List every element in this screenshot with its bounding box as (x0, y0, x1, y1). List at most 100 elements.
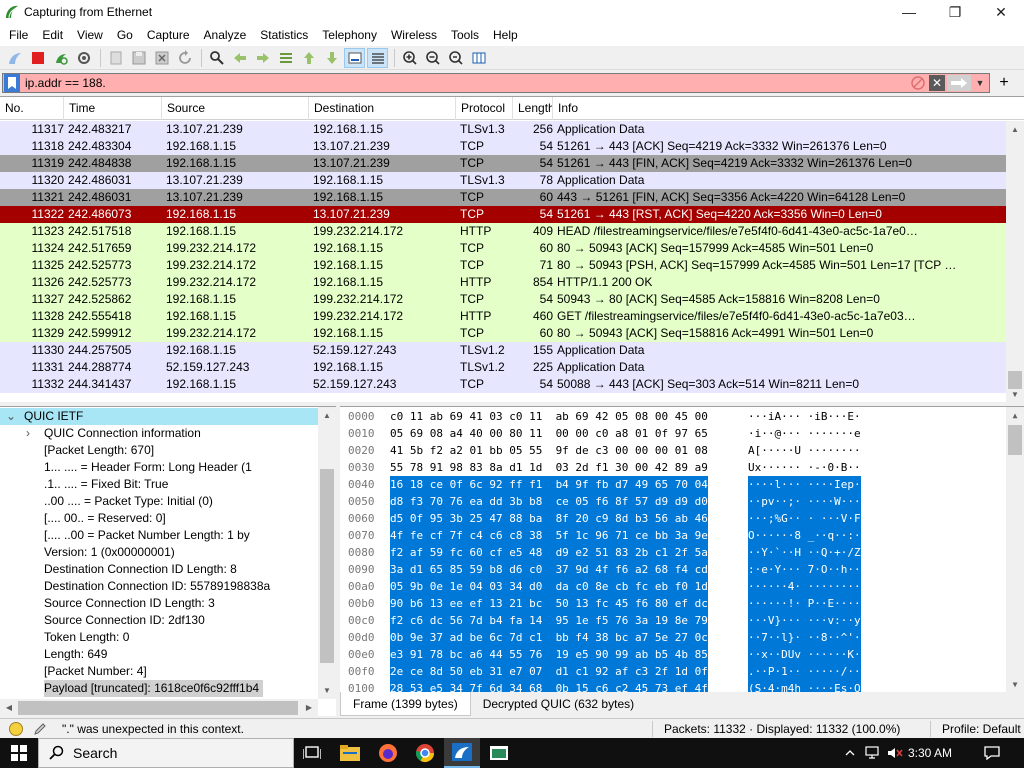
detail-tree-item[interactable]: Source Connection ID Length: 3 (0, 595, 318, 612)
go-back-button[interactable] (229, 48, 250, 68)
wireshark-taskbar-icon[interactable] (444, 738, 480, 768)
scrollbar-thumb[interactable] (18, 701, 298, 715)
packet-row[interactable]: 11319 242.484838 192.168.1.15 13.107.21.239… (0, 155, 1006, 172)
scroll-right-icon[interactable]: ▶ (300, 699, 318, 716)
start-button[interactable] (0, 738, 38, 768)
menu-statistics[interactable]: Statistics (253, 24, 315, 46)
packet-row[interactable]: 11324 242.517659 199.232.214.172 192.168.1.… (0, 240, 1006, 257)
first-packet-button[interactable] (298, 48, 319, 68)
detail-tree-item[interactable]: › QUIC Connection information (0, 425, 318, 442)
packet-row[interactable]: 11320 242.486031 13.107.21.239 192.168.1.15… (0, 172, 1006, 189)
network-icon[interactable] (864, 738, 882, 768)
scroll-up-icon[interactable]: ▲ (318, 407, 336, 424)
packet-row[interactable]: 11328 242.555418 192.168.1.15 199.232.214.1… (0, 308, 1006, 325)
menu-go[interactable]: Go (110, 24, 140, 46)
task-view-icon[interactable] (294, 738, 330, 768)
firefox-icon[interactable] (370, 738, 406, 768)
packet-row[interactable]: 11321 242.486031 13.107.21.239 192.168.1.15… (0, 189, 1006, 206)
chevron-up-icon[interactable] (842, 738, 858, 768)
column-destination[interactable]: Destination (309, 97, 456, 120)
add-filter-button[interactable]: + (995, 74, 1013, 92)
clear-filter-button[interactable]: ✕ (929, 75, 945, 91)
byte-hex[interactable]: 05 9b 0e 1e 04 03 34 d0 da c0 8e cb fc e… (390, 578, 708, 595)
packet-row[interactable]: 11330 244.257505 192.168.1.15 52.159.127.24… (0, 342, 1006, 359)
byte-ascii[interactable]: ··7··l}· ··8··^'· (748, 629, 861, 646)
last-packet-button[interactable] (321, 48, 342, 68)
column-time[interactable]: Time (64, 97, 162, 120)
scroll-left-icon[interactable]: ◀ (0, 699, 18, 716)
column-source[interactable]: Source (162, 97, 309, 120)
detail-tree-item[interactable]: .1.. .... = Fixed Bit: True (0, 476, 318, 493)
byte-ascii[interactable]: ···;%G·· · ···V·F (748, 510, 861, 527)
byte-hex[interactable]: 2e ce 8d 50 eb 31 e7 07 d1 c1 92 af c3 2… (390, 663, 708, 680)
detail-tree-item[interactable]: [.... ..00 = Packet Number Length: 1 by (0, 527, 318, 544)
taskbar-search[interactable]: Search (38, 738, 294, 768)
start-capture-button[interactable] (4, 48, 25, 68)
details-horizontal-scrollbar[interactable]: ◀ ▶ (0, 699, 318, 716)
packet-row[interactable]: 11329 242.599912 199.232.214.172 192.168.1.… (0, 325, 1006, 342)
find-packet-button[interactable] (206, 48, 227, 68)
display-filter-field[interactable]: ✕ ▼ (2, 73, 990, 93)
menu-wireless[interactable]: Wireless (384, 24, 444, 46)
byte-ascii[interactable]: ··pv··;· ····W··· (748, 493, 861, 510)
expand-arrow-icon[interactable]: › (26, 425, 38, 442)
capture-options-button[interactable] (73, 48, 94, 68)
menu-edit[interactable]: Edit (35, 24, 70, 46)
byte-ascii[interactable]: O······8 _··q··:· (748, 527, 861, 544)
scrollbar-thumb[interactable] (320, 469, 334, 663)
byte-ascii[interactable]: ···iA··· ·iB···E· (748, 408, 861, 425)
scroll-up-icon[interactable]: ▲ (1006, 121, 1024, 138)
byte-ascii[interactable]: ···V}··· ···v:··y (748, 612, 861, 629)
detail-tree-item[interactable]: [Packet Number: 4] (0, 663, 318, 680)
minimize-button[interactable]: — (886, 0, 932, 24)
detail-tree-item[interactable]: ⌄ QUIC IETF (0, 408, 318, 425)
autoscroll-button[interactable] (344, 47, 365, 68)
packet-row[interactable]: 11327 242.525862 192.168.1.15 199.232.214.1… (0, 291, 1006, 308)
detail-tree-item[interactable]: Destination Connection ID: 55789198838a (0, 578, 318, 595)
byte-hex[interactable]: f2 af 59 fc 60 cf e5 48 d9 e2 51 83 2b c… (390, 544, 708, 561)
menu-file[interactable]: File (2, 24, 35, 46)
column-protocol[interactable]: Protocol (456, 97, 513, 120)
stop-capture-button[interactable] (27, 48, 48, 68)
bytes-scrollbar[interactable]: ▲ ▼ (1006, 407, 1024, 692)
byte-hex[interactable]: 05 69 08 a4 40 00 80 11 00 00 c0 a8 01 0… (390, 425, 708, 442)
packet-row[interactable]: 11325 242.525773 199.232.214.172 192.168.1.… (0, 257, 1006, 274)
packet-row[interactable]: 11318 242.483304 192.168.1.15 13.107.21.239… (0, 138, 1006, 155)
scroll-down-icon[interactable]: ▼ (1006, 676, 1024, 692)
restart-capture-button[interactable] (50, 48, 71, 68)
column-info[interactable]: Info (553, 97, 1024, 120)
menu-capture[interactable]: Capture (140, 24, 197, 46)
menu-analyze[interactable]: Analyze (197, 24, 254, 46)
byte-hex[interactable]: 28 53 e5 34 7f 6d 34 68 0b 15 c6 c2 45 7… (390, 680, 708, 692)
menu-view[interactable]: View (70, 24, 110, 46)
display-filter-input[interactable] (25, 76, 625, 90)
byte-ascii[interactable]: ····l··· ····Iep· (748, 476, 861, 493)
detail-tree-item[interactable]: Source Connection ID: 2df130 (0, 612, 318, 629)
notifications-icon[interactable] (978, 738, 1006, 768)
byte-ascii[interactable]: A[·····U ········ (748, 442, 861, 459)
scroll-down-icon[interactable]: ▼ (318, 682, 336, 699)
save-file-button[interactable] (128, 48, 149, 68)
zoom-out-button[interactable] (422, 48, 443, 68)
go-to-packet-button[interactable] (275, 48, 296, 68)
column-no[interactable]: No. (0, 97, 64, 120)
volume-muted-icon[interactable] (886, 738, 904, 768)
close-file-button[interactable] (151, 48, 172, 68)
open-file-button[interactable] (105, 48, 126, 68)
chrome-icon[interactable] (407, 738, 443, 768)
profile-label[interactable]: Profile: Default (942, 722, 1021, 736)
detail-tree-item[interactable]: [.... 00.. = Reserved: 0] (0, 510, 318, 527)
scroll-up-icon[interactable]: ▲ (1006, 407, 1024, 424)
detail-tree-item[interactable]: Token Length: 0 (0, 629, 318, 646)
scroll-down-icon[interactable]: ▼ (1006, 386, 1024, 402)
detail-tree-item[interactable]: Version: 1 (0x00000001) (0, 544, 318, 561)
byte-hex[interactable]: 90 b6 13 ee ef 13 21 bc 50 13 fc 45 f6 8… (390, 595, 708, 612)
scrollbar-thumb[interactable] (1008, 425, 1022, 455)
tab-decrypted-quic[interactable]: Decrypted QUIC (632 bytes) (471, 692, 646, 716)
detail-tree-item[interactable]: Length: 649 (0, 646, 318, 663)
detail-tree-item[interactable]: 1... .... = Header Form: Long Header (1 (0, 459, 318, 476)
byte-ascii[interactable]: ······4· ········ (748, 578, 861, 595)
go-forward-button[interactable] (252, 48, 273, 68)
byte-hex[interactable]: c0 11 ab 69 41 03 c0 11 ab 69 42 05 08 0… (390, 408, 708, 425)
byte-ascii[interactable]: .··P·1·· ·····/·· (748, 663, 861, 680)
